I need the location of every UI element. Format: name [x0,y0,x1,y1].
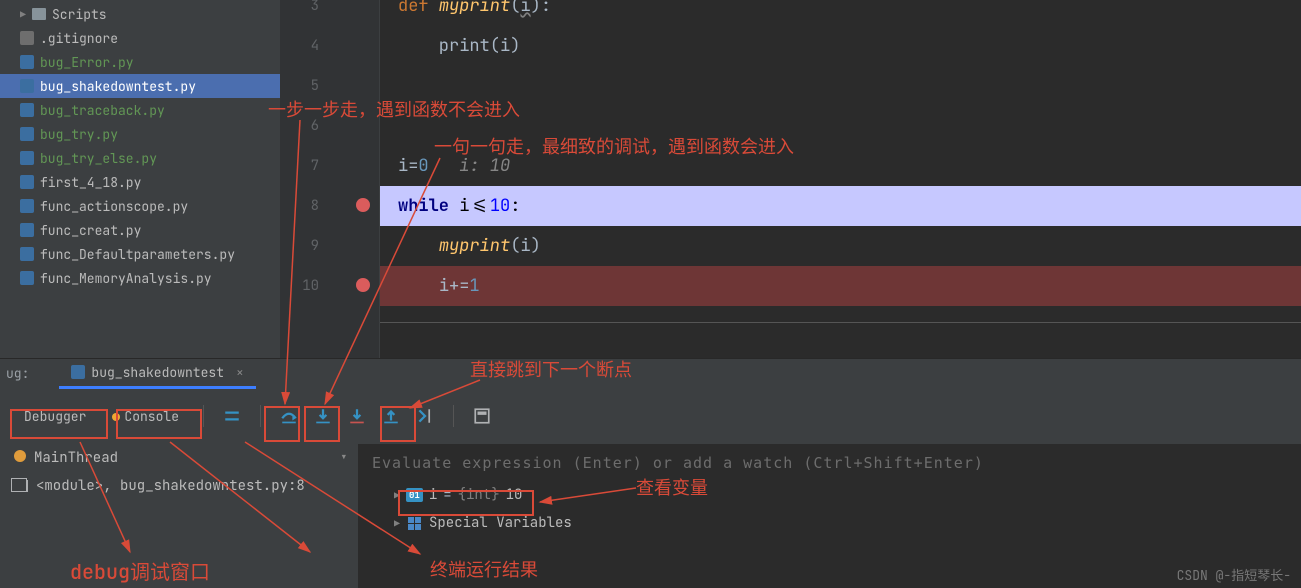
code-line-7: i=0 i: 10 [380,146,1301,186]
tree-folder-scripts[interactable]: ▶ Scripts [0,2,280,26]
python-file-icon [20,199,34,213]
tab-console[interactable]: Console [102,404,189,429]
code-area[interactable]: def myprint(i): print(i) i=0 i: 10 while… [380,0,1301,358]
folder-icon [32,8,46,20]
tree-item-func-defaultparameters[interactable]: func_Defaultparameters.py [0,242,280,266]
python-file-icon [71,365,85,379]
tree-item-label: func_actionscope.py [40,198,188,215]
chevron-right-icon[interactable]: ▶ [394,517,400,530]
thread-status-icon [14,450,26,462]
special-variables-icon [408,517,421,530]
chevron-right-icon[interactable]: ▶ [394,489,400,502]
line-number: 4 [289,26,319,66]
editor-gutter: 3 4 5 6 7 8 9 10 [280,0,380,358]
debug-run-config-tab[interactable]: bug_shakedowntest × [59,359,255,389]
python-file-icon [20,127,34,141]
step-out-button[interactable] [377,402,405,430]
tab-debugger[interactable]: Debugger [14,404,96,429]
code-line-3: def myprint(i): [380,0,1301,26]
line-number: 10 [289,266,319,306]
tree-item-label: .gitignore [40,30,118,47]
tree-folder-label: Scripts [52,6,107,23]
python-file-icon [20,175,34,189]
code-line-9: myprint(i) [380,226,1301,266]
line-number: 5 [289,66,319,106]
python-file-icon [20,103,34,117]
tree-item-func-creat[interactable]: func_creat.py [0,218,280,242]
variable-value: 10 [506,486,523,504]
special-variables-row[interactable]: ▶ Special Variables [372,514,1287,532]
close-icon[interactable]: × [236,364,244,381]
debug-panel-body: MainThread ▾ <module>, bug_shakedowntest… [0,444,1301,588]
tree-item-label: func_creat.py [40,222,141,239]
variable-row-i[interactable]: ▶ 01 i = {int} 10 [372,486,1287,504]
code-line-4: print(i) [380,26,1301,66]
chevron-down-icon[interactable]: ▾ [340,449,348,467]
tree-item-bug-shakedowntest[interactable]: bug_shakedowntest.py [0,74,280,98]
step-over-button[interactable] [275,402,303,430]
step-into-my-code-button[interactable] [343,402,371,430]
tree-item-label: first_4_18.py [40,174,141,191]
stack-frame-row[interactable]: <module>, bug_shakedowntest.py:8 [0,472,358,500]
tree-item-first-4-18[interactable]: first_4_18.py [0,170,280,194]
file-icon [20,31,34,45]
console-indicator-icon [112,413,120,421]
line-number: 9 [289,226,319,266]
variable-type: {int} [458,486,500,504]
line-number: 6 [289,106,319,146]
python-file-icon [20,79,34,93]
tree-item-label: bug_traceback.py [40,102,165,119]
variable-name: i [429,486,437,504]
breakpoint-icon[interactable] [356,278,370,292]
breakpoint-icon[interactable] [356,198,370,212]
watermark: CSDN @-指短琴长- [1177,565,1291,584]
python-file-icon [20,247,34,261]
python-file-icon [20,55,34,69]
variables-panel: Evaluate expression (Enter) or add a wat… [358,444,1301,588]
code-line-10-breakpoint: i+=1 [380,266,1301,306]
tree-item-func-actionscope[interactable]: func_actionscope.py [0,194,280,218]
tree-item-label: func_Defaultparameters.py [40,246,235,263]
variable-type-badge-icon: 01 [406,488,423,502]
thread-name: MainThread [34,449,118,467]
frames-panel: MainThread ▾ <module>, bug_shakedowntest… [0,444,358,588]
tree-item-bug-try[interactable]: bug_try.py [0,122,280,146]
thread-row[interactable]: MainThread ▾ [0,444,358,472]
stack-frame-icon [14,480,28,492]
code-line-8-current: while i<=10: [380,186,1301,226]
code-editor[interactable]: 3 4 5 6 7 8 9 10 def myprint(i): print(i… [280,0,1301,358]
step-into-button[interactable] [309,402,337,430]
evaluate-expression-button[interactable] [468,402,496,430]
tree-item-label: bug_Error.py [40,54,134,71]
debug-window-tabbar: ug: bug_shakedowntest × [0,358,1301,388]
stack-frame-label: <module>, bug_shakedowntest.py:8 [36,477,305,495]
tree-item-func-memoryanalysis[interactable]: func_MemoryAnalysis.py [0,266,280,290]
line-number: 7 [289,146,319,186]
tree-item-label: bug_try_else.py [40,150,157,167]
python-file-icon [20,271,34,285]
python-file-icon [20,151,34,165]
special-variables-label: Special Variables [429,514,572,532]
debug-toolbar: Debugger Console [0,388,1301,444]
tree-item-bug-try-else[interactable]: bug_try_else.py [0,146,280,170]
chevron-right-icon: ▶ [20,8,26,21]
tree-item-label: bug_shakedowntest.py [40,78,196,95]
threads-button[interactable] [218,402,246,430]
debug-label: ug: [6,365,29,382]
run-to-cursor-button[interactable] [411,402,439,430]
python-file-icon [20,223,34,237]
tree-item-label: func_MemoryAnalysis.py [40,270,212,287]
tree-item-bug-traceback[interactable]: bug_traceback.py [0,98,280,122]
evaluate-expression-input[interactable]: Evaluate expression (Enter) or add a wat… [372,454,1287,472]
project-tree: ▶ Scripts .gitignore bug_Error.py bug_sh… [0,0,280,358]
run-config-name: bug_shakedowntest [91,364,224,381]
line-number: 8 [289,186,319,226]
tree-item-bug-error[interactable]: bug_Error.py [0,50,280,74]
tree-item-gitignore[interactable]: .gitignore [0,26,280,50]
line-number: 3 [289,0,319,26]
tree-item-label: bug_try.py [40,126,118,143]
